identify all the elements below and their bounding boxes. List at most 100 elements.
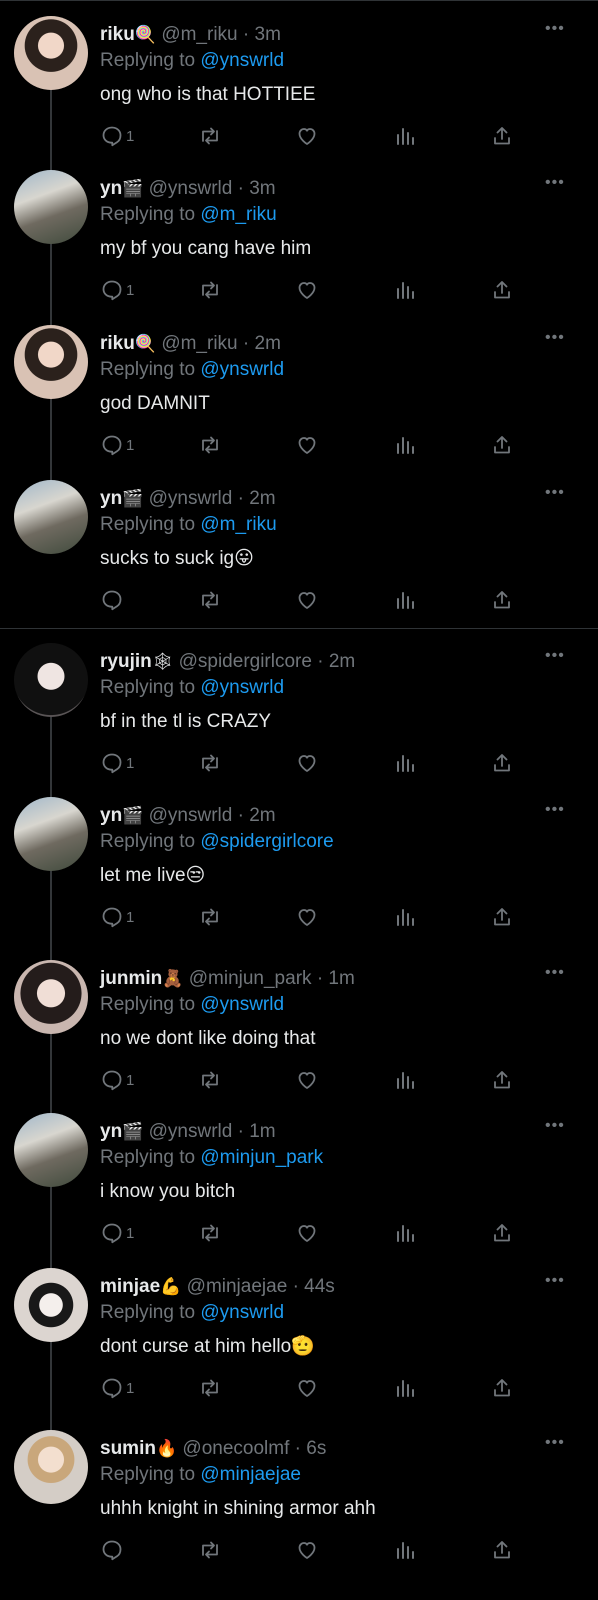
views-button[interactable] [393,121,417,151]
more-options-icon[interactable]: ••• [545,1117,565,1135]
more-options-icon[interactable]: ••• [545,174,565,192]
retweet-button[interactable] [198,1218,222,1248]
avatar[interactable] [14,480,88,554]
user-handle[interactable]: @ynswrld [149,488,233,509]
like-button[interactable] [295,121,319,151]
user-handle[interactable]: @ynswrld [149,805,233,826]
reply-mention-link[interactable]: @ynswrld [200,994,284,1015]
like-button[interactable] [295,1065,319,1095]
views-button[interactable] [393,1373,417,1403]
timestamp[interactable]: 3m [249,178,275,199]
user-handle[interactable]: @minjun_park [189,968,312,989]
timestamp[interactable]: 44s [304,1276,335,1297]
timestamp[interactable]: 2m [249,488,275,509]
share-button[interactable] [490,1065,514,1095]
avatar[interactable] [14,16,88,90]
reply-mention-link[interactable]: @m_riku [200,514,276,535]
user-handle[interactable]: @ynswrld [149,1121,233,1142]
timestamp[interactable]: 3m [255,24,281,45]
avatar[interactable] [14,797,88,871]
avatar[interactable] [14,1268,88,1342]
more-options-icon[interactable]: ••• [545,647,565,665]
user-handle[interactable]: @ynswrld [149,178,233,199]
display-name[interactable]: yn [100,805,122,826]
share-button[interactable] [490,275,514,305]
more-options-icon[interactable]: ••• [545,20,565,38]
reply-button[interactable]: 1 [100,430,134,460]
timestamp[interactable]: 1m [328,968,354,989]
like-button[interactable] [295,275,319,305]
share-button[interactable] [490,1218,514,1248]
reply-button[interactable]: 1 [100,1218,134,1248]
reply-mention-link[interactable]: @ynswrld [200,50,284,71]
user-handle[interactable]: @onecoolmf [182,1438,289,1459]
avatar[interactable] [14,960,88,1034]
like-button[interactable] [295,748,319,778]
like-button[interactable] [295,1373,319,1403]
user-handle[interactable]: @m_riku [161,333,237,354]
views-button[interactable] [393,275,417,305]
reply-button[interactable]: 1 [100,1373,134,1403]
share-button[interactable] [490,585,514,615]
avatar[interactable] [14,1430,88,1504]
timestamp[interactable]: 2m [255,333,281,354]
like-button[interactable] [295,1218,319,1248]
user-handle[interactable]: @spidergirlcore [179,651,312,672]
retweet-button[interactable] [198,902,222,932]
display-name[interactable]: yn [100,1121,122,1142]
retweet-button[interactable] [198,1065,222,1095]
views-button[interactable] [393,1065,417,1095]
display-name[interactable]: junmin [100,968,162,989]
display-name[interactable]: yn [100,178,122,199]
display-name[interactable]: riku [100,333,135,354]
more-options-icon[interactable]: ••• [545,484,565,502]
user-handle[interactable]: @m_riku [161,24,237,45]
timestamp[interactable]: 6s [306,1438,326,1459]
reply-button[interactable] [100,1535,126,1565]
more-options-icon[interactable]: ••• [545,1272,565,1290]
like-button[interactable] [295,430,319,460]
share-button[interactable] [490,121,514,151]
avatar[interactable] [14,1113,88,1187]
reply-mention-link[interactable]: @ynswrld [200,1302,284,1323]
retweet-button[interactable] [198,275,222,305]
like-button[interactable] [295,1535,319,1565]
retweet-button[interactable] [198,430,222,460]
timestamp[interactable]: 1m [249,1121,275,1142]
avatar[interactable] [14,643,88,717]
display-name[interactable]: sumin [100,1438,156,1459]
reply-mention-link[interactable]: @minjaejae [200,1464,301,1485]
views-button[interactable] [393,1535,417,1565]
display-name[interactable]: minjae [100,1276,160,1297]
views-button[interactable] [393,585,417,615]
avatar[interactable] [14,170,88,244]
display-name[interactable]: yn [100,488,122,509]
retweet-button[interactable] [198,585,222,615]
reply-button[interactable] [100,585,126,615]
timestamp[interactable]: 2m [329,651,355,672]
user-handle[interactable]: @minjaejae [187,1276,288,1297]
retweet-button[interactable] [198,1535,222,1565]
like-button[interactable] [295,585,319,615]
reply-mention-link[interactable]: @spidergirlcore [200,831,333,852]
share-button[interactable] [490,1535,514,1565]
avatar[interactable] [14,325,88,399]
share-button[interactable] [490,748,514,778]
display-name[interactable]: ryujin [100,651,152,672]
views-button[interactable] [393,748,417,778]
share-button[interactable] [490,430,514,460]
reply-button[interactable]: 1 [100,275,134,305]
more-options-icon[interactable]: ••• [545,329,565,347]
reply-mention-link[interactable]: @minjun_park [200,1147,323,1168]
more-options-icon[interactable]: ••• [545,801,565,819]
like-button[interactable] [295,902,319,932]
reply-mention-link[interactable]: @m_riku [200,204,276,225]
views-button[interactable] [393,902,417,932]
timestamp[interactable]: 2m [249,805,275,826]
retweet-button[interactable] [198,121,222,151]
views-button[interactable] [393,430,417,460]
reply-button[interactable]: 1 [100,748,134,778]
share-button[interactable] [490,902,514,932]
retweet-button[interactable] [198,748,222,778]
reply-mention-link[interactable]: @ynswrld [200,359,284,380]
